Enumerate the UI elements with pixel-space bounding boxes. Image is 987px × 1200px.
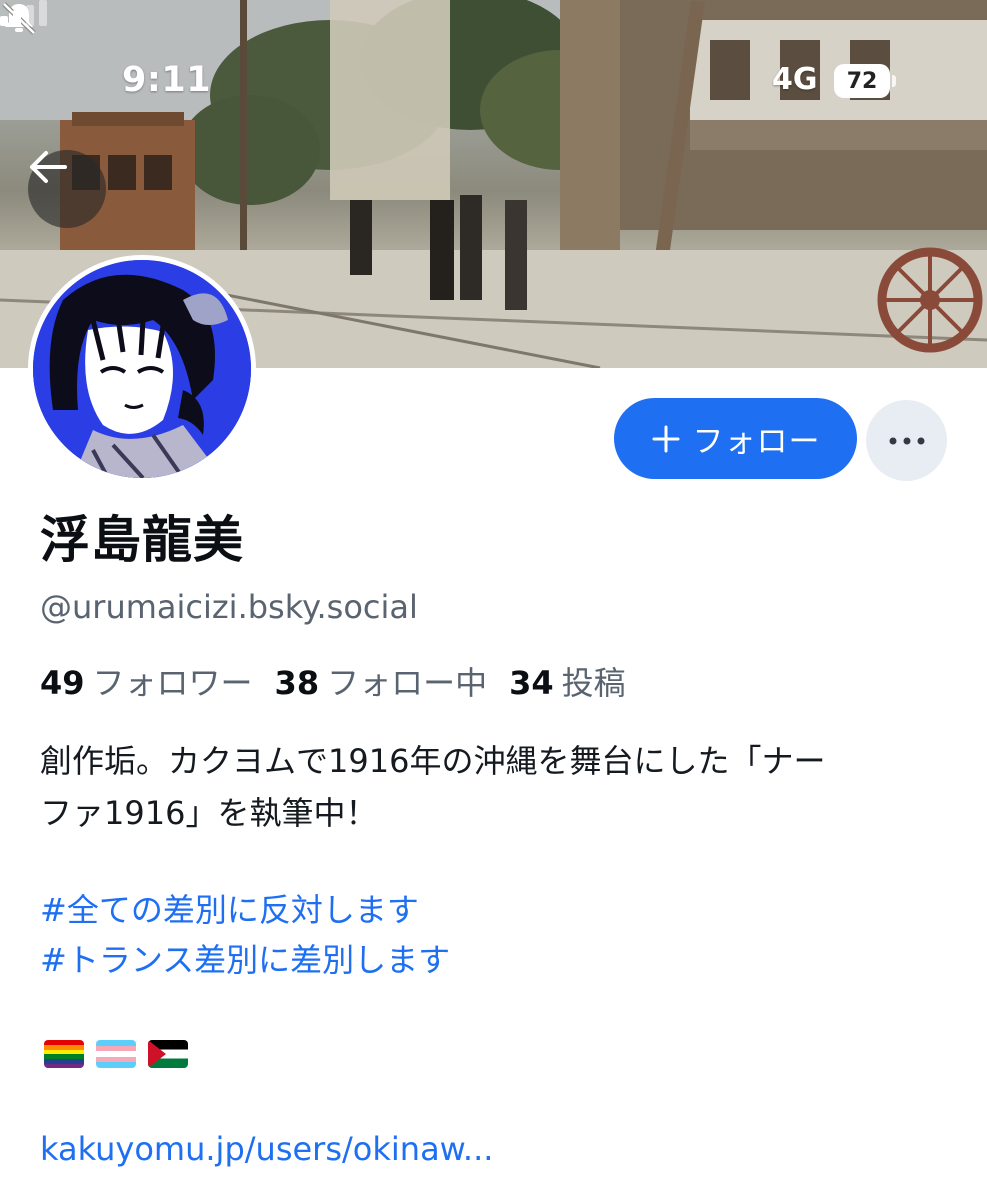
follow-label: フォロー <box>692 424 821 460</box>
posts-count: 34 <box>509 664 554 702</box>
battery-icon: 72 <box>834 64 896 98</box>
following-label: フォロー中 <box>327 664 488 702</box>
flag-emojis <box>44 1040 188 1068</box>
posts-label: 投稿 <box>561 664 626 702</box>
display-name: 浮島龍美 <box>40 511 244 569</box>
transgender-flag <box>96 1040 136 1068</box>
handle: @urumaicizi.bsky.social <box>40 588 418 626</box>
posts-stat: 34 投稿 <box>509 658 626 704</box>
avatar[interactable] <box>28 255 256 483</box>
back-button[interactable] <box>28 150 106 228</box>
bio-line-2: ファ1916」を執筆中！ <box>40 794 378 832</box>
network-type: 4G <box>772 62 818 97</box>
profile-stats: 49 フォロワー 38 フォロー中 34 投稿 <box>40 658 626 704</box>
profile-link[interactable]: kakuyomu.jp/users/okinaw... <box>40 1130 493 1168</box>
followers-stat[interactable]: 49 フォロワー <box>40 658 253 704</box>
bio-description: 創作垢。カクヨムで1916年の沖縄を舞台にした「ナー ファ1916」を執筆中！ <box>40 735 940 839</box>
more-dots-icon <box>889 437 924 444</box>
hashtag-link[interactable]: #全ての差別に反対します <box>40 885 419 931</box>
battery-level: 72 <box>846 68 878 94</box>
avatar-illustration <box>33 260 251 478</box>
followers-label: フォロワー <box>92 664 253 702</box>
following-stat[interactable]: 38 フォロー中 <box>275 658 488 704</box>
hashtag-link[interactable]: #トランス差別に差別します <box>40 935 450 981</box>
rainbow-flag <box>44 1040 84 1068</box>
bio-line-1: 創作垢。カクヨムで1916年の沖縄を舞台にした「ナー <box>40 742 826 780</box>
plus-icon <box>652 425 679 452</box>
signal-icon <box>0 0 47 26</box>
following-count: 38 <box>274 664 320 702</box>
palestine-flag <box>148 1040 188 1068</box>
status-time: 9:11 <box>122 60 212 100</box>
followers-count: 49 <box>40 664 85 702</box>
more-options-button[interactable] <box>866 400 947 481</box>
follow-button[interactable]: フォロー <box>614 398 857 479</box>
back-arrow-icon <box>30 151 67 183</box>
